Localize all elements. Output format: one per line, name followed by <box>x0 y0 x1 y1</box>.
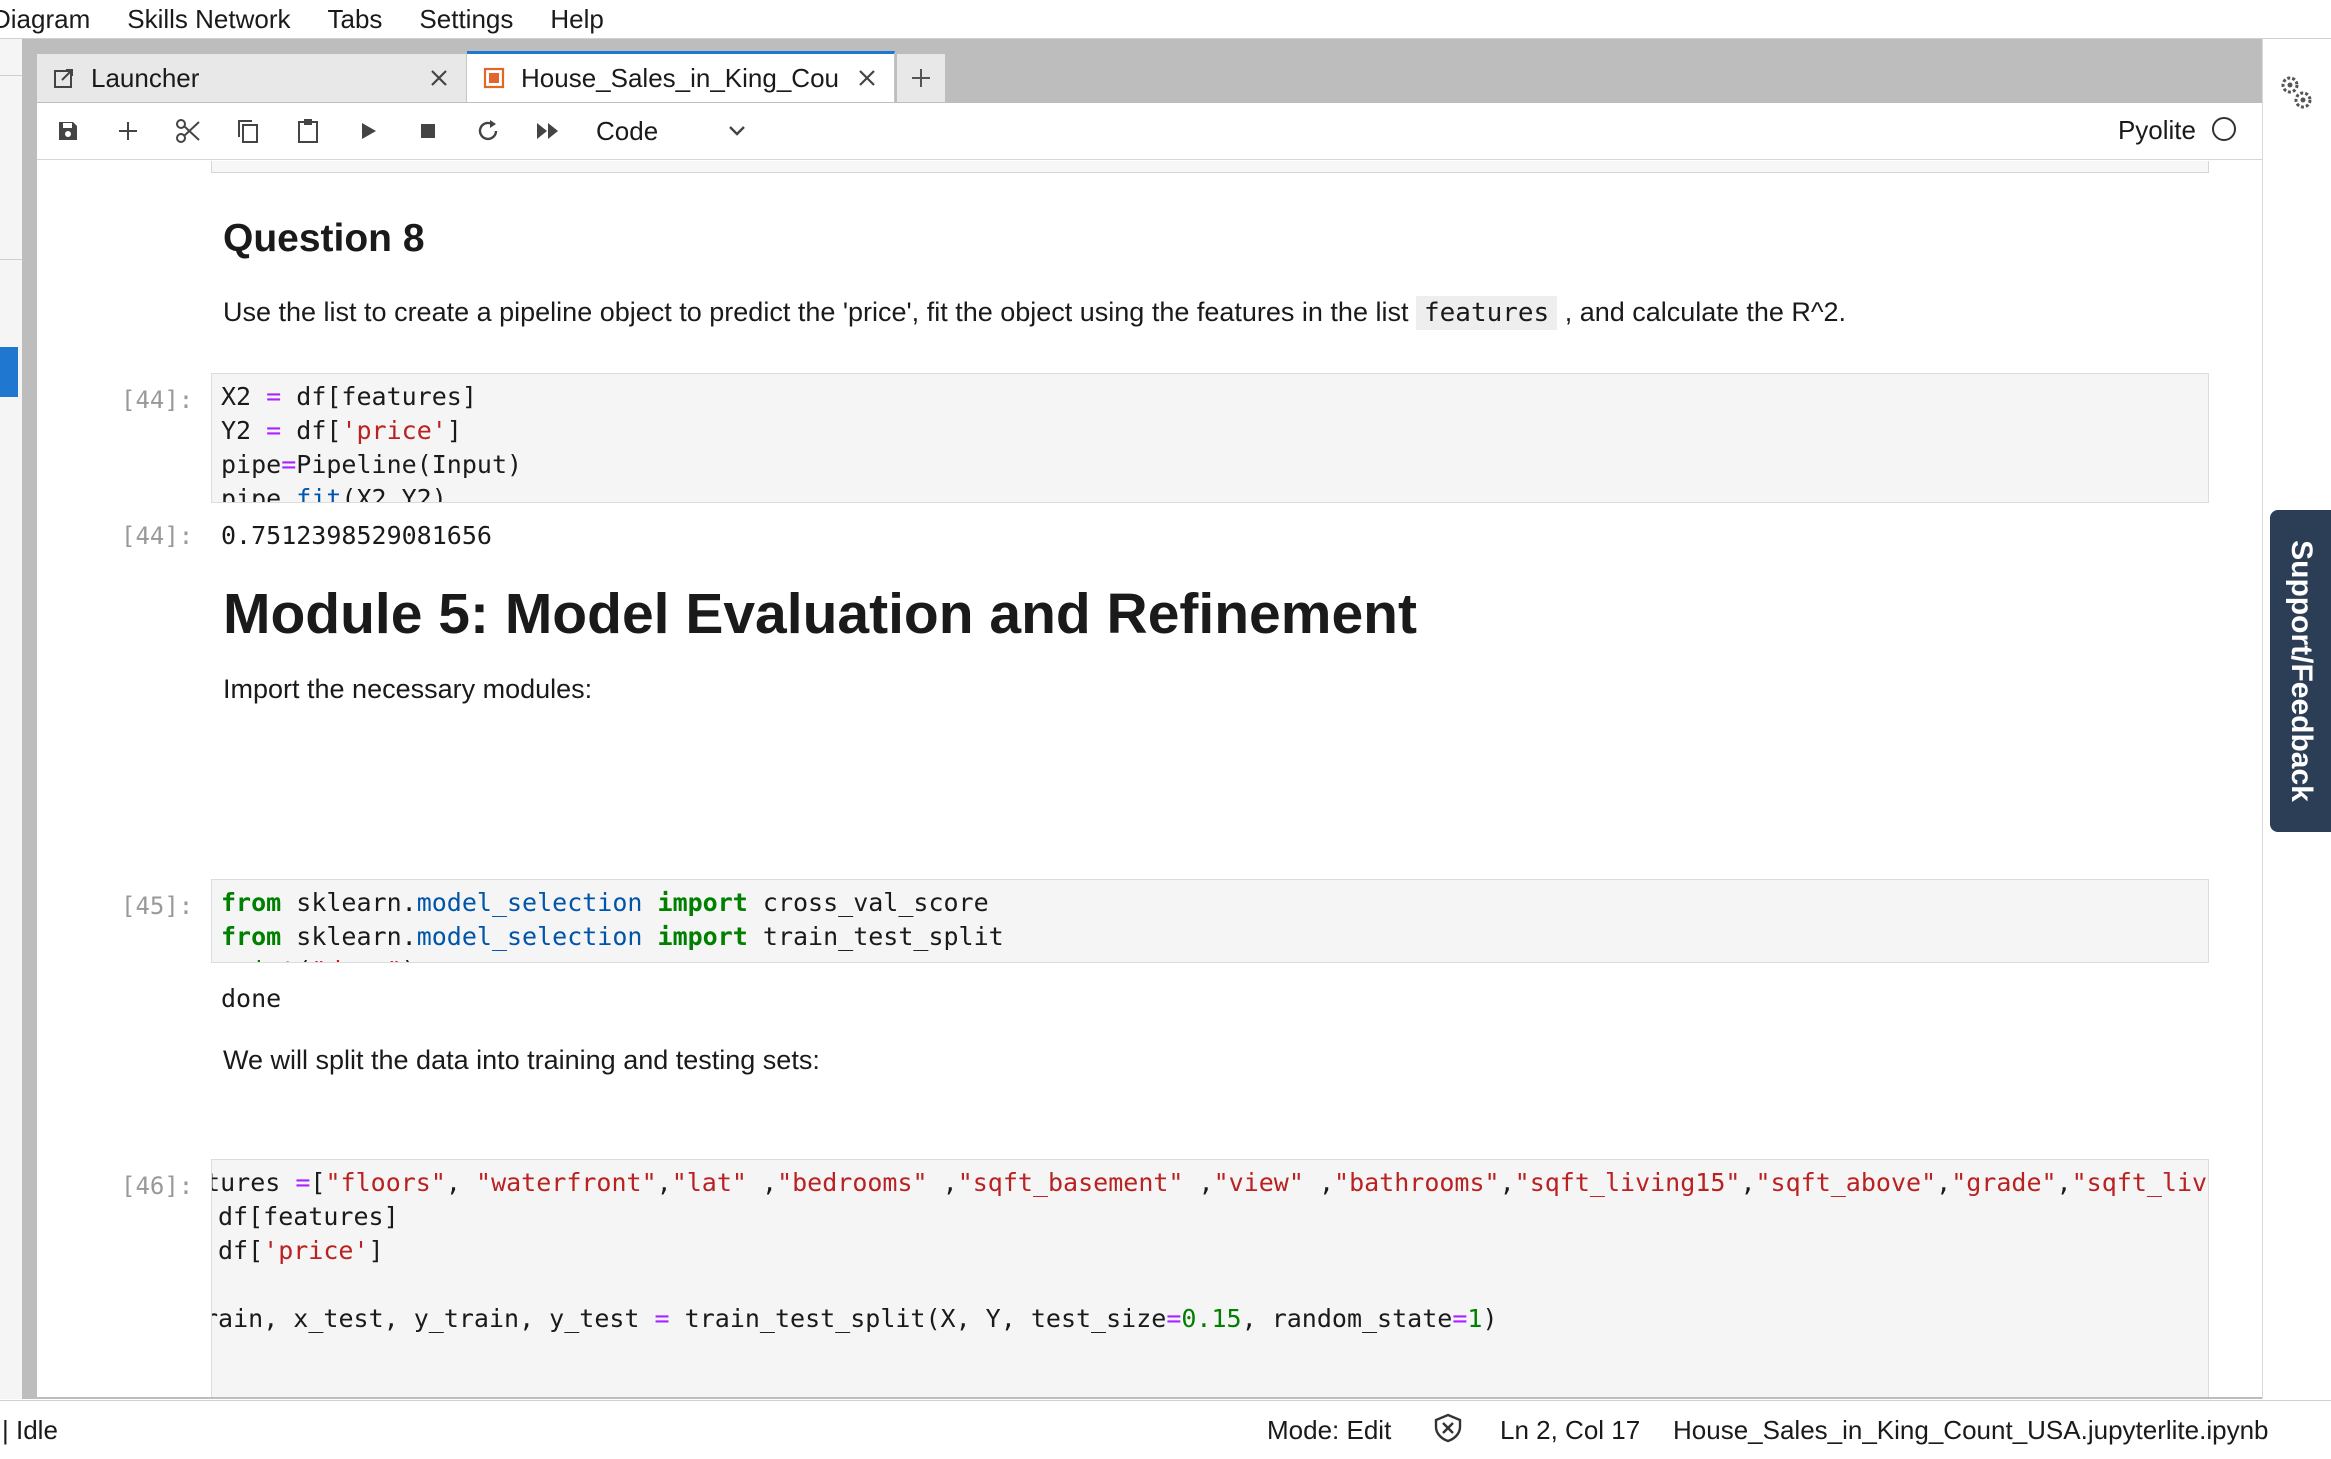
code-line: print("done") <box>212 954 2208 962</box>
kernel-state[interactable]: | Idle <box>2 1415 58 1446</box>
editor-mode[interactable]: Mode: Edit <box>1267 1415 1391 1446</box>
menu-help[interactable]: Help <box>532 4 622 34</box>
code-line: from sklearn.model_selection import trai… <box>221 922 1004 951</box>
notebook-content: Question 8 Use the list to create a pipe… <box>37 161 2262 1397</box>
support-feedback-label: Support/Feedback <box>2284 540 2318 802</box>
tab-notebook[interactable]: House_Sales_in_King_Cou <box>467 51 895 102</box>
code-line: df['price'] <box>218 1236 384 1265</box>
code-line: df[features] <box>218 1202 399 1231</box>
tab-notebook-label: House_Sales_in_King_Cou <box>521 62 840 93</box>
menu-diagram[interactable]: Diagram <box>0 4 109 34</box>
close-icon[interactable] <box>426 65 452 91</box>
copy-button[interactable] <box>218 109 278 153</box>
cell-type-value: Code <box>596 115 659 146</box>
inline-code: features <box>1415 296 1558 330</box>
question-8-text: Use the list to create a pipeline object… <box>223 296 1847 330</box>
cut-button[interactable] <box>158 109 218 153</box>
run-button[interactable] <box>338 109 398 153</box>
plus-icon <box>912 69 930 87</box>
tab-bar: Launcher House_Sales_in_King_Cou <box>37 51 945 102</box>
gear-icon[interactable] <box>2278 72 2314 112</box>
cell-44-output: 0.7512398529081656 <box>221 521 492 550</box>
left-strip-active-indicator[interactable] <box>0 347 18 397</box>
refresh-icon <box>478 120 498 141</box>
code-line: from sklearn.model_selection import cros… <box>221 888 989 917</box>
kernel-status-indicator <box>2212 117 2236 141</box>
code-cell-46[interactable]: atures =["floors", "waterfront","lat" ,"… <box>211 1159 2209 1397</box>
code-cell-45[interactable]: from sklearn.model_selection import cros… <box>211 879 2209 963</box>
save-button[interactable] <box>38 109 98 153</box>
tab-launcher-label: Launcher <box>91 62 200 93</box>
notebook-toolbar: Code Pyolite <box>37 103 2262 160</box>
stop-icon <box>421 124 435 138</box>
tab-launcher[interactable]: Launcher <box>37 54 467 102</box>
support-feedback-tab[interactable]: Support/Feedback <box>2270 510 2331 832</box>
kernel-name[interactable]: Pyolite <box>2118 115 2196 146</box>
paste-button[interactable] <box>278 109 338 153</box>
shield-icon[interactable] <box>1433 1413 1463 1450</box>
menu-tabs[interactable]: Tabs <box>310 4 402 34</box>
scissors-icon <box>176 119 200 143</box>
fast-forward-icon <box>537 123 558 139</box>
previous-cell-edge <box>211 161 2209 173</box>
left-activity-bar <box>0 39 23 1399</box>
code-cell-44[interactable]: X2 = df[features] Y2 = df['price'] pipe=… <box>211 373 2209 503</box>
code-line: X2 = df[features] <box>221 382 477 411</box>
code-line: atures =["floors", "waterfront","lat" ,"… <box>212 1168 2208 1197</box>
save-icon <box>59 122 77 140</box>
code-line: Y2 = df['price'] <box>221 416 462 445</box>
cell-44-output-prompt: [44]: <box>121 522 194 550</box>
cell-type-select[interactable]: Code <box>596 109 746 153</box>
notebook-panel: Code Pyolite Question 8 Use the list to … <box>37 103 2262 1397</box>
code-line: pipe.fit(X2,Y2) <box>221 484 447 503</box>
file-name: House_Sales_in_King_Count_USA.jupyterlit… <box>1673 1415 2269 1445</box>
new-tab-button[interactable] <box>897 54 945 102</box>
question-8-text-part: , and calculate the R^2. <box>1557 297 1847 327</box>
menu-bar: Diagram Skills Network Tabs Settings Hel… <box>0 0 2331 39</box>
status-bar: | Idle Mode: Edit Ln 2, Col 17 House_Sal… <box>0 1400 2331 1459</box>
menu-settings[interactable]: Settings <box>401 4 532 34</box>
close-icon[interactable] <box>854 65 880 91</box>
copy-icon <box>238 120 258 143</box>
plus-icon <box>119 122 137 140</box>
launcher-icon <box>51 65 77 91</box>
menu-skills-network[interactable]: Skills Network <box>109 4 309 34</box>
notebook-icon <box>481 65 507 91</box>
restart-button[interactable] <box>458 109 518 153</box>
split-text: We will split the data into training and… <box>223 1045 820 1075</box>
cursor-position[interactable]: Ln 2, Col 17 <box>1500 1415 1640 1446</box>
import-text: Import the necessary modules: <box>223 674 593 704</box>
play-icon <box>362 123 376 139</box>
insert-cell-button[interactable] <box>98 109 158 153</box>
chevron-down-icon <box>729 126 745 136</box>
module-5-heading: Module 5: Model Evaluation and Refinemen… <box>223 582 1417 646</box>
restart-run-all-button[interactable] <box>518 109 578 153</box>
question-8-heading: Question 8 <box>223 217 425 260</box>
question-8-text-part: Use the list to create a pipeline object… <box>223 297 1416 327</box>
interrupt-button[interactable] <box>398 109 458 153</box>
left-strip-divider <box>0 75 22 76</box>
left-strip-divider <box>0 259 22 260</box>
code-line: pipe=Pipeline(Input) <box>221 450 523 479</box>
code-line: rain, x_test, y_train, y_test = train_te… <box>211 1304 1498 1333</box>
clipboard-icon <box>298 119 318 143</box>
cell-45-output: done <box>221 984 282 1013</box>
